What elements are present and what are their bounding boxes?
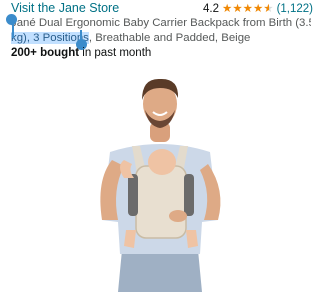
star-full-icon: ★ — [222, 2, 233, 15]
product-photo-baby-carrier — [100, 78, 221, 292]
purchase-count-number: 200+ bought — [11, 47, 80, 59]
product-title-rest: , Breathable and Padded, Beige — [88, 31, 251, 44]
star-half-icon: ★ — [263, 2, 274, 15]
product-title-line-1: Jané Dual Ergonomic Baby Carrier Backpac… — [11, 17, 311, 29]
store-link[interactable]: Visit the Jane Store — [11, 1, 119, 16]
selection-start-handle[interactable] — [6, 14, 17, 25]
hand-shape — [169, 210, 187, 222]
product-title-line-2: kg), 3 Positions, Breathable and Padded,… — [11, 31, 311, 46]
jeans-shape — [118, 250, 202, 292]
carrier-side-left-shape — [128, 174, 138, 216]
star-full-icon: ★ — [232, 2, 243, 15]
carrier-side-right-shape — [184, 174, 194, 216]
ratings-count-link[interactable]: (1,122) — [277, 3, 313, 15]
store-rating-row: Visit the Jane Store 4.2 ★ ★ ★ ★ ★ (1,12… — [11, 1, 313, 16]
baby-head-shape — [148, 149, 176, 175]
rating-value: 4.2 — [203, 2, 219, 15]
carrier-body-shape — [135, 165, 187, 239]
product-photo[interactable] — [80, 70, 240, 292]
purchase-count-suffix: in past month — [79, 47, 152, 59]
rating-summary[interactable]: 4.2 ★ ★ ★ ★ ★ (1,122) — [203, 3, 313, 15]
star-full-icon: ★ — [242, 2, 253, 15]
product-title[interactable]: Jané Dual Ergonomic Baby Carrier Backpac… — [11, 16, 311, 45]
baby-leg-right-shape — [186, 230, 198, 248]
star-rating[interactable]: ★ ★ ★ ★ ★ — [222, 3, 274, 15]
star-full-icon: ★ — [252, 2, 264, 15]
baby-leg-left-shape — [124, 230, 136, 248]
purchase-count: 200+ bought in past month — [11, 46, 151, 60]
